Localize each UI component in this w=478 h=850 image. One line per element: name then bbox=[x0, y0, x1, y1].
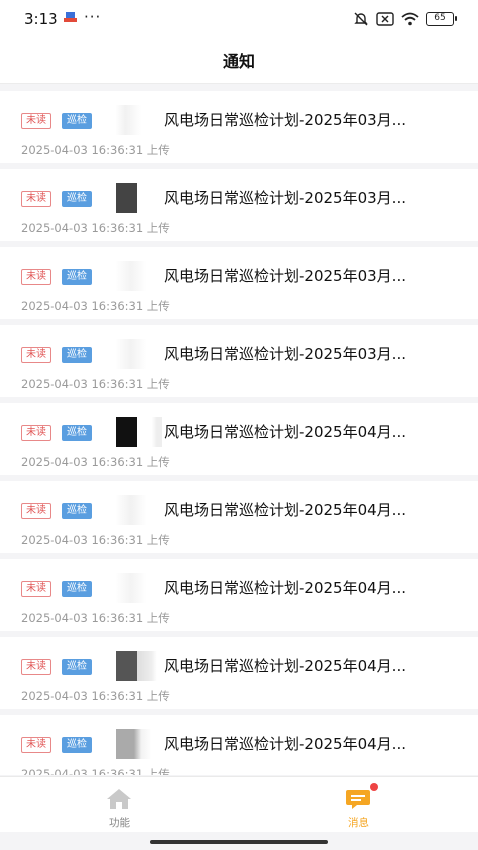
redacted-image bbox=[110, 417, 162, 447]
notification-title: 风电场日常巡检计划-2025年03月... bbox=[164, 189, 406, 207]
notification-list[interactable]: 未读 巡检 风电场日常巡检计划-2025年03月... 2025-04-03 1… bbox=[0, 85, 478, 775]
notification-time: 2025-04-03 16:36:31 上传 bbox=[21, 689, 170, 703]
status-more-icon: ··· bbox=[84, 8, 102, 26]
home-icon bbox=[107, 789, 131, 809]
redacted-image bbox=[110, 339, 162, 369]
redacted-image bbox=[110, 105, 162, 135]
type-badge: 巡检 bbox=[62, 191, 92, 207]
tab-function-label: 功能 bbox=[109, 817, 130, 829]
notification-title: 风电场日常巡检计划-2025年04月... bbox=[164, 423, 406, 441]
type-badge: 巡检 bbox=[62, 113, 92, 129]
notification-time: 2025-04-03 16:36:31 上传 bbox=[21, 377, 170, 391]
redacted-image bbox=[110, 261, 162, 291]
notification-time: 2025-04-03 16:36:31 上传 bbox=[21, 767, 170, 775]
tab-message-label: 消息 bbox=[348, 817, 369, 829]
wifi-icon bbox=[401, 12, 419, 26]
notification-time: 2025-04-03 16:36:31 上传 bbox=[21, 143, 170, 157]
notification-item[interactable]: 未读 巡检 风电场日常巡检计划-2025年03月... 2025-04-03 1… bbox=[0, 91, 478, 163]
notification-time: 2025-04-03 16:36:31 上传 bbox=[21, 221, 170, 235]
notification-item[interactable]: 未读 巡检 风电场日常巡检计划-2025年04月... 2025-04-03 1… bbox=[0, 481, 478, 553]
page-title: 通知 bbox=[222, 52, 255, 71]
notification-item[interactable]: 未读 巡检 风电场日常巡检计划-2025年04月... 2025-04-03 1… bbox=[0, 715, 478, 775]
home-indicator[interactable] bbox=[150, 840, 328, 844]
notification-item[interactable]: 未读 巡检 风电场日常巡检计划-2025年03月... 2025-04-03 1… bbox=[0, 325, 478, 397]
notification-time: 2025-04-03 16:36:31 上传 bbox=[21, 299, 170, 313]
notification-title: 风电场日常巡检计划-2025年04月... bbox=[164, 501, 406, 519]
notification-title: 风电场日常巡检计划-2025年04月... bbox=[164, 735, 406, 753]
notification-app-icon bbox=[64, 12, 77, 22]
unread-badge: 未读 bbox=[21, 347, 51, 363]
redacted-image bbox=[110, 573, 162, 603]
page-header: 通知 bbox=[0, 38, 478, 84]
notification-title: 风电场日常巡检计划-2025年04月... bbox=[164, 579, 406, 597]
notification-title: 风电场日常巡检计划-2025年04月... bbox=[164, 657, 406, 675]
unread-badge: 未读 bbox=[21, 737, 51, 753]
tab-message[interactable]: 消息 bbox=[239, 777, 478, 833]
tab-function[interactable]: 功能 bbox=[0, 777, 239, 833]
status-bar: 3:13 ··· 65 bbox=[0, 0, 478, 38]
type-badge: 巡检 bbox=[62, 737, 92, 753]
notification-item[interactable]: 未读 巡检 风电场日常巡检计划-2025年04月... 2025-04-03 1… bbox=[0, 403, 478, 475]
type-badge: 巡检 bbox=[62, 581, 92, 597]
redacted-image bbox=[110, 651, 162, 681]
notification-item[interactable]: 未读 巡检 风电场日常巡检计划-2025年03月... 2025-04-03 1… bbox=[0, 247, 478, 319]
status-icons: 65 bbox=[353, 10, 457, 28]
battery-icon: 65 bbox=[426, 12, 457, 26]
message-icon bbox=[346, 790, 370, 809]
notification-time: 2025-04-03 16:36:31 上传 bbox=[21, 455, 170, 469]
type-badge: 巡检 bbox=[62, 269, 92, 285]
type-badge: 巡检 bbox=[62, 425, 92, 441]
new-message-dot bbox=[370, 783, 378, 791]
redacted-image bbox=[110, 495, 162, 525]
notification-time: 2025-04-03 16:36:31 上传 bbox=[21, 611, 170, 625]
type-badge: 巡检 bbox=[62, 503, 92, 519]
unread-badge: 未读 bbox=[21, 659, 51, 675]
unread-badge: 未读 bbox=[21, 191, 51, 207]
unread-badge: 未读 bbox=[21, 581, 51, 597]
notification-time: 2025-04-03 16:36:31 上传 bbox=[21, 533, 170, 547]
bottom-tab-bar: 功能 消息 bbox=[0, 776, 478, 832]
notification-title: 风电场日常巡检计划-2025年03月... bbox=[164, 111, 406, 129]
mute-bell-icon bbox=[354, 12, 368, 26]
redacted-image bbox=[110, 183, 162, 213]
unread-badge: 未读 bbox=[21, 503, 51, 519]
notification-item[interactable]: 未读 巡检 风电场日常巡检计划-2025年03月... 2025-04-03 1… bbox=[0, 169, 478, 241]
notification-item[interactable]: 未读 巡检 风电场日常巡检计划-2025年04月... 2025-04-03 1… bbox=[0, 559, 478, 631]
notification-item[interactable]: 未读 巡检 风电场日常巡检计划-2025年04月... 2025-04-03 1… bbox=[0, 637, 478, 709]
type-badge: 巡检 bbox=[62, 347, 92, 363]
status-time: 3:13 bbox=[24, 10, 58, 28]
redacted-image bbox=[110, 729, 162, 759]
unread-badge: 未读 bbox=[21, 425, 51, 441]
notification-title: 风电场日常巡检计划-2025年03月... bbox=[164, 267, 406, 285]
unread-badge: 未读 bbox=[21, 269, 51, 285]
unread-badge: 未读 bbox=[21, 113, 51, 129]
notification-title: 风电场日常巡检计划-2025年03月... bbox=[164, 345, 406, 363]
sim-x-icon bbox=[376, 12, 394, 26]
type-badge: 巡检 bbox=[62, 659, 92, 675]
